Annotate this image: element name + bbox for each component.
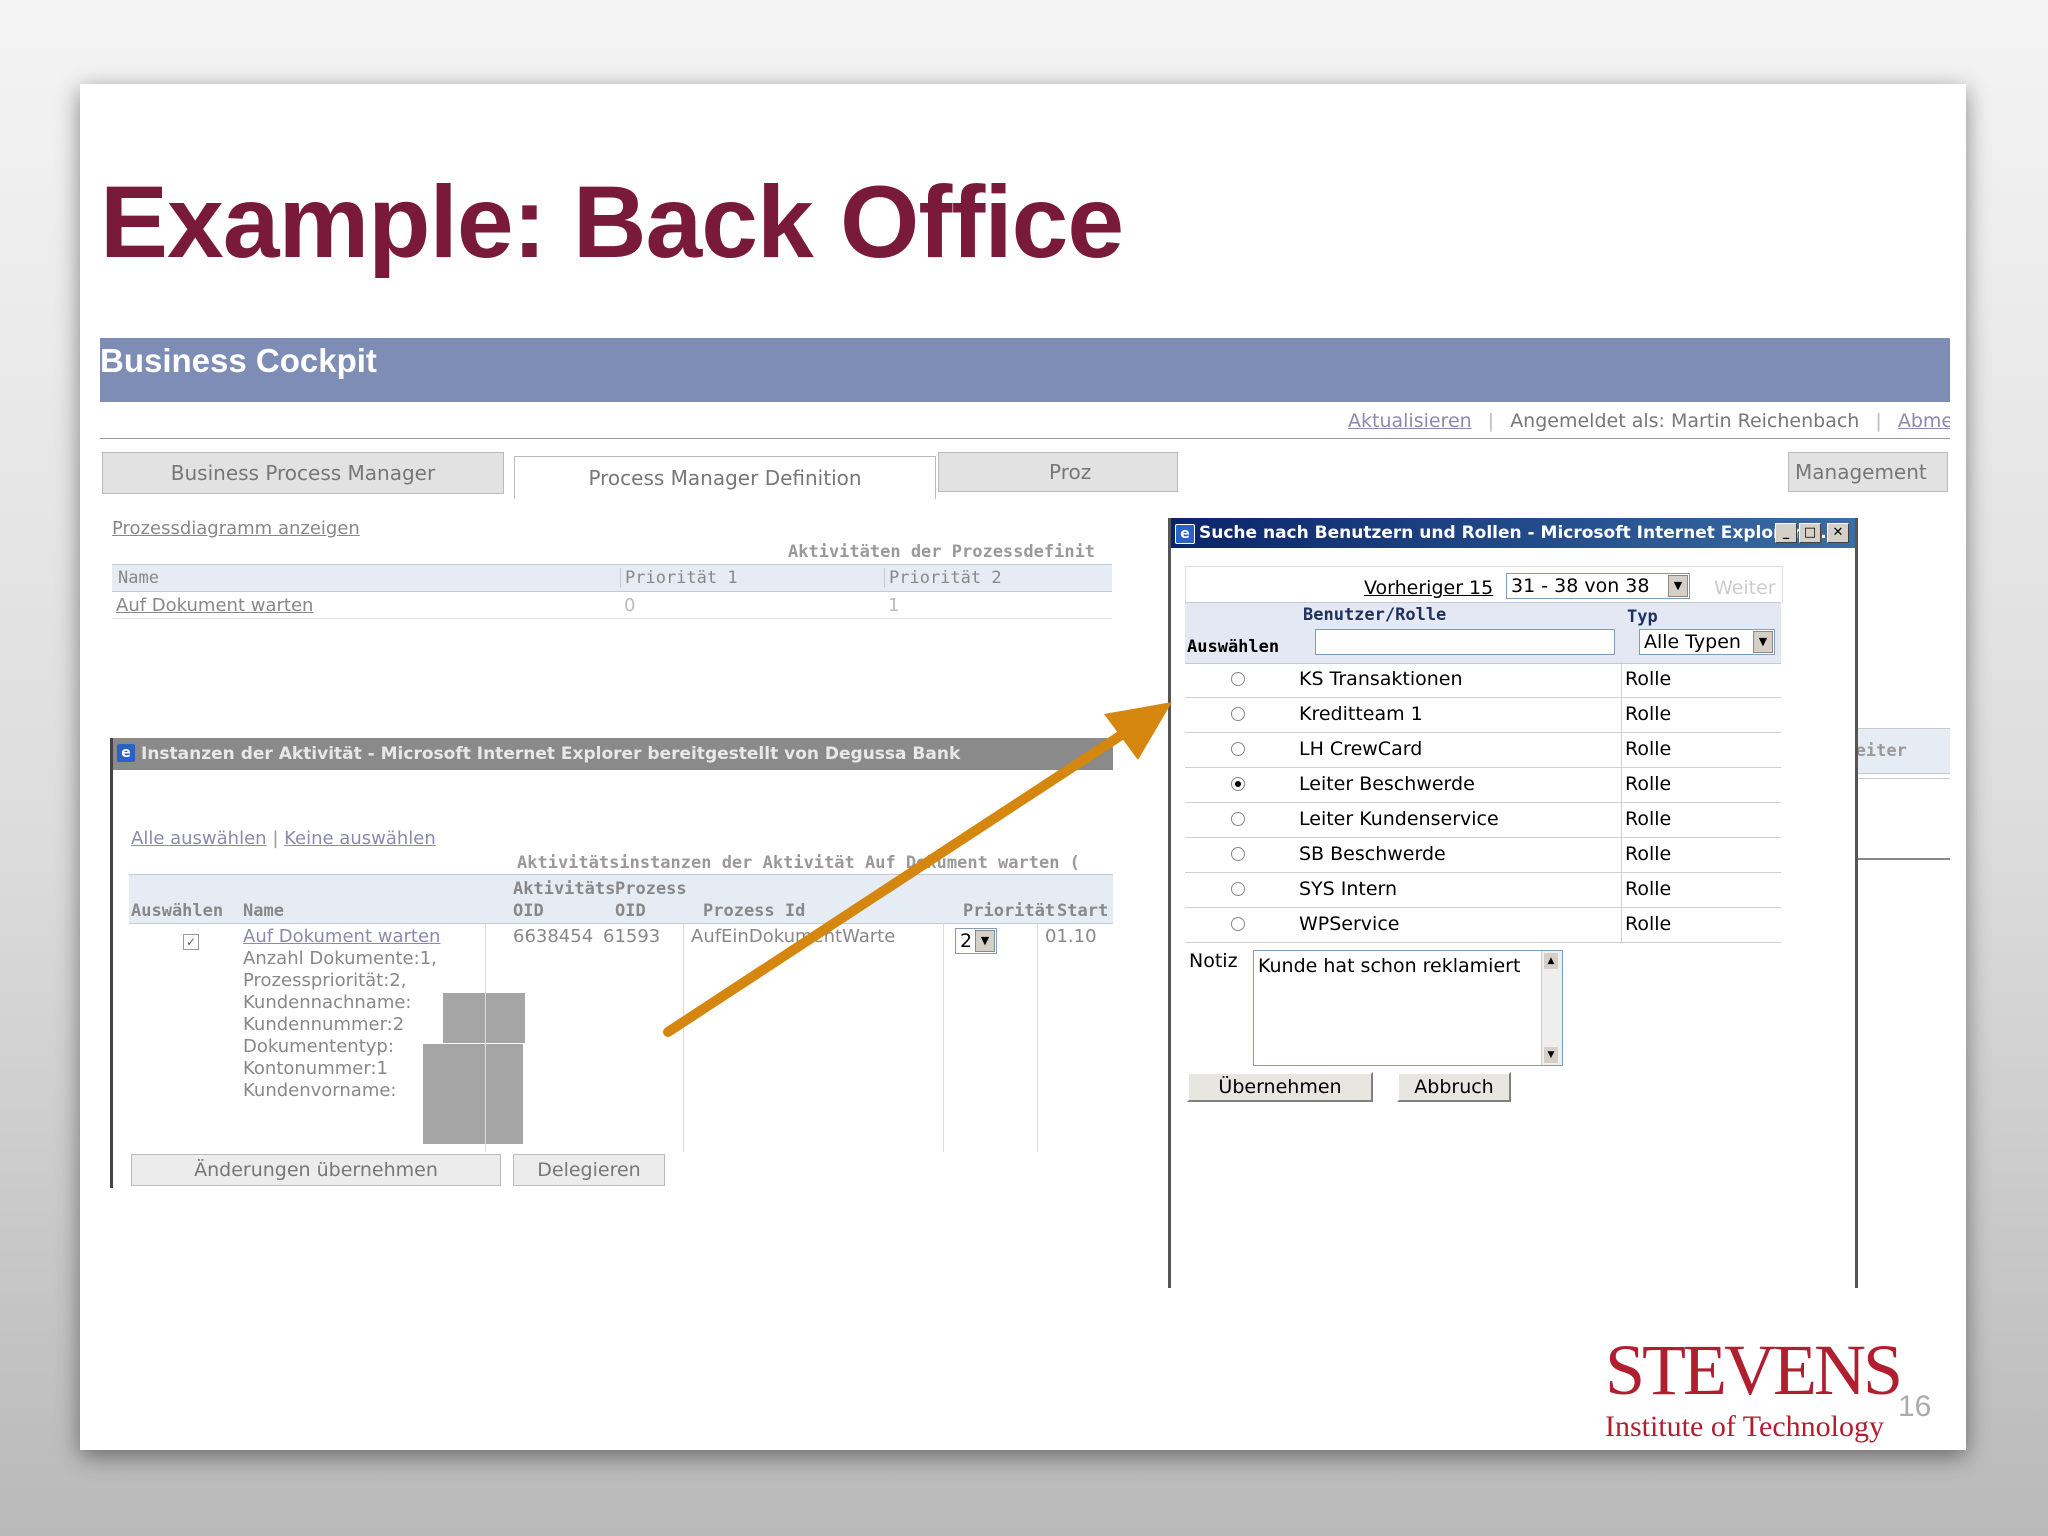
arrow-shaft xyxy=(663,727,1131,1037)
page-number: 16 xyxy=(1898,1390,1932,1423)
arrow-head xyxy=(1104,702,1172,760)
annotation-arrow xyxy=(663,702,1172,1037)
stevens-logo-subtitle: Institute of Technology xyxy=(1605,1410,1884,1443)
stevens-logo: STEVENS xyxy=(1605,1330,1903,1410)
slide: Example: Back Office Business Cockpit Ak… xyxy=(80,84,1966,1450)
